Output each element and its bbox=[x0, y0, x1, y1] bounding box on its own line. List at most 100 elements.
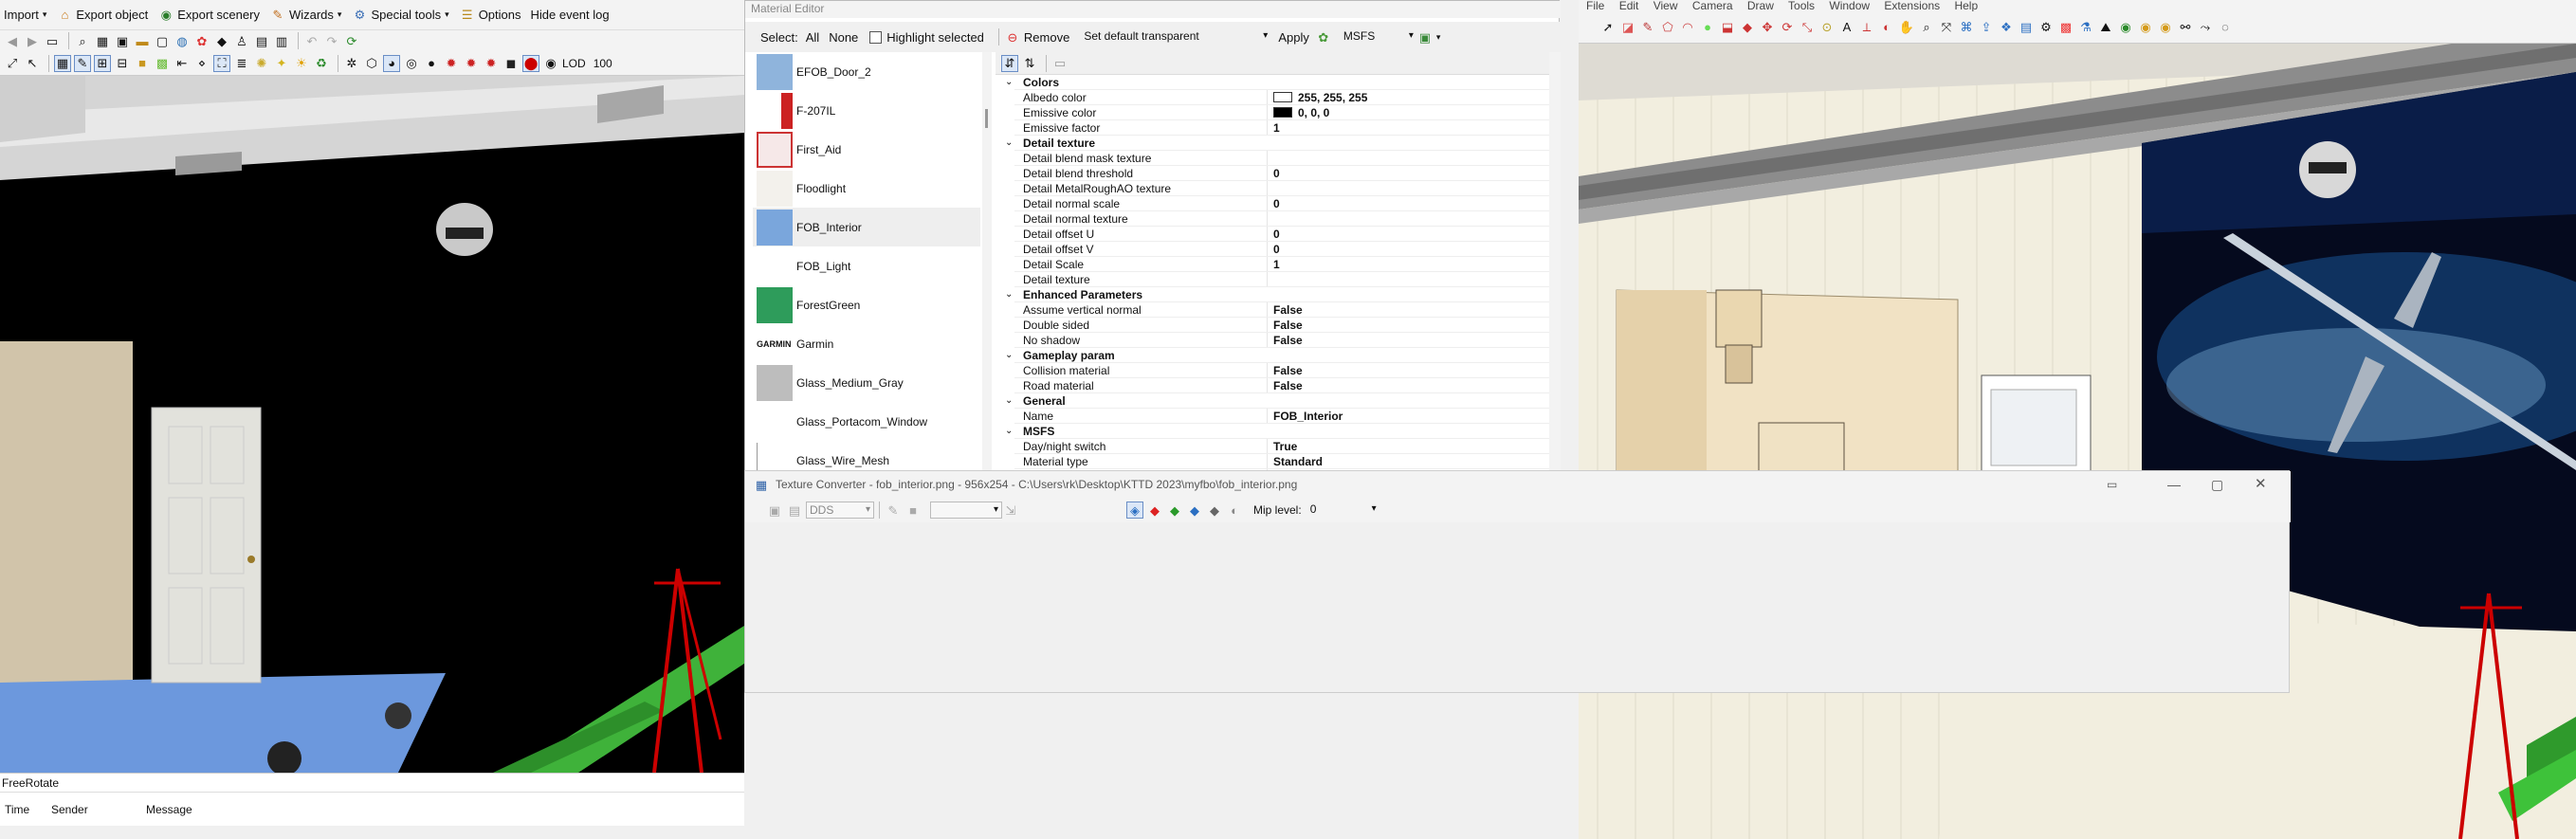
palette-icon[interactable]: ✿ bbox=[193, 32, 210, 49]
highlight-checkbox[interactable] bbox=[869, 30, 883, 44]
link-icon[interactable]: ⇤ bbox=[174, 55, 191, 72]
tag-icon[interactable]: ◆ bbox=[213, 32, 230, 49]
bottle-icon[interactable]: ⚗ bbox=[2077, 19, 2094, 36]
cube-icon[interactable]: ◼ bbox=[502, 55, 520, 72]
collapse-chevron-icon[interactable]: ⌄ bbox=[1005, 75, 1013, 90]
resize-icon[interactable]: ⇲ bbox=[1002, 502, 1019, 519]
hide-event-log-button[interactable]: Hide event log bbox=[531, 8, 610, 22]
collapse-chevron-icon[interactable]: ⌄ bbox=[1005, 136, 1013, 151]
property-value[interactable]: False bbox=[1273, 363, 1303, 378]
apply-icon[interactable]: ✿ bbox=[1315, 28, 1332, 46]
circle-c-icon[interactable]: ◉ bbox=[2157, 19, 2174, 36]
mip-level-dropdown[interactable]: 0 bbox=[1307, 502, 1379, 519]
special-tools-menu[interactable]: ⚙ Special tools ▾ bbox=[351, 7, 449, 24]
text-icon[interactable]: A bbox=[1838, 19, 1855, 36]
property-value[interactable]: 1 bbox=[1273, 257, 1280, 272]
import-menu[interactable]: Import ▾ bbox=[4, 8, 46, 22]
list-scrollbar[interactable] bbox=[982, 52, 992, 472]
property-value[interactable]: False bbox=[1273, 302, 1303, 318]
zoom-extents-icon[interactable]: ⤧ bbox=[1938, 19, 1955, 36]
settings-icon[interactable]: ✲ bbox=[343, 55, 360, 72]
record-icon[interactable]: ⬤ bbox=[522, 54, 539, 72]
circle-a-icon[interactable]: ◉ bbox=[2117, 19, 2134, 36]
collapse-chevron-icon[interactable]: ⌄ bbox=[1005, 348, 1013, 363]
zoom-icon[interactable]: ⌕ bbox=[74, 32, 91, 49]
list-item[interactable]: FOB_Light bbox=[753, 246, 980, 285]
property-row[interactable]: Name FOB_Interior bbox=[996, 409, 1561, 424]
property-row[interactable]: No shadow False bbox=[996, 333, 1561, 348]
folder-icon[interactable]: ▬ bbox=[134, 32, 151, 49]
property-value[interactable]: Standard bbox=[1273, 454, 1323, 469]
transform-icon[interactable]: ⊞ bbox=[94, 54, 111, 72]
property-row[interactable]: Detail normal texture bbox=[996, 211, 1561, 227]
red-ball-3-icon[interactable]: ✹ bbox=[483, 55, 500, 72]
export-object-button[interactable]: ⌂ Export object bbox=[56, 7, 148, 24]
close-button[interactable]: ✕ bbox=[2255, 471, 2267, 498]
property-row[interactable]: Detail blend mask texture bbox=[996, 151, 1561, 166]
orbit-icon[interactable]: ◐ bbox=[1878, 19, 1895, 36]
property-category[interactable]: ⌄ Enhanced Parameters bbox=[996, 287, 1561, 302]
property-value[interactable]: False bbox=[1273, 333, 1303, 348]
mesh-icon[interactable]: ⬡ bbox=[363, 55, 380, 72]
grid-icon[interactable]: ▦ bbox=[94, 32, 111, 49]
paint-icon[interactable]: ● bbox=[1699, 19, 1716, 36]
list-item[interactable]: Floodlight bbox=[753, 169, 980, 208]
property-category[interactable]: ⌄ Colors bbox=[996, 75, 1561, 90]
wireframe-icon[interactable]: ⊟ bbox=[114, 55, 131, 72]
msfs-dropdown[interactable]: MSFS bbox=[1341, 28, 1416, 46]
lod-value[interactable]: 100 bbox=[594, 57, 612, 70]
property-row[interactable]: Day/night switch True bbox=[996, 439, 1561, 454]
scale-icon[interactable]: ⤡ bbox=[1799, 19, 1816, 36]
property-category[interactable]: ⌄ Gameplay param bbox=[996, 348, 1561, 363]
color-swatch[interactable] bbox=[1273, 92, 1292, 102]
back-arrow-icon[interactable]: ◀ bbox=[4, 32, 21, 49]
red-ball-2-icon[interactable]: ✹ bbox=[463, 55, 480, 72]
zoom-icon[interactable]: ⌕ bbox=[1918, 19, 1935, 36]
blue-channel-icon[interactable]: ◆ bbox=[1186, 502, 1203, 519]
property-row[interactable]: Double sided False bbox=[996, 318, 1561, 333]
box-icon[interactable]: ▢ bbox=[154, 32, 171, 49]
ball-icon[interactable]: ● bbox=[423, 55, 440, 72]
list-item[interactable]: GARMIN Garmin bbox=[753, 324, 980, 363]
layout-icon[interactable]: ▤ bbox=[2018, 19, 2035, 36]
minimize-button[interactable]: — bbox=[2167, 471, 2181, 498]
pushpull-icon[interactable]: ⬓ bbox=[1719, 19, 1736, 36]
chevron-down-icon[interactable]: ▾ bbox=[1436, 32, 1441, 43]
property-value[interactable]: False bbox=[1273, 378, 1303, 393]
list-item[interactable]: Glass_Wire_Mesh bbox=[753, 441, 980, 472]
texture-preview-area[interactable] bbox=[745, 522, 2289, 692]
property-category[interactable]: ⌄ Detail texture bbox=[996, 136, 1561, 151]
format-dropdown[interactable]: DDS bbox=[806, 502, 874, 519]
grid-toggle-icon[interactable]: ▦ bbox=[54, 54, 71, 72]
color-swatch[interactable] bbox=[1273, 107, 1292, 118]
open-icon[interactable]: ▣ bbox=[766, 502, 783, 519]
property-row[interactable]: Detail blend threshold 0 bbox=[996, 166, 1561, 181]
node-icon[interactable]: ⋄ bbox=[193, 55, 210, 72]
sort-az-icon[interactable]: ⇅ bbox=[1021, 55, 1038, 72]
property-value[interactable]: 0 bbox=[1273, 196, 1280, 211]
sphere-shade-icon[interactable]: ◕ bbox=[383, 54, 400, 72]
redo-icon[interactable]: ↷ bbox=[323, 32, 340, 49]
forward-arrow-icon[interactable]: ▶ bbox=[24, 32, 41, 49]
fill-icon[interactable]: ■ bbox=[904, 502, 922, 519]
image-icon[interactable]: ▣ bbox=[114, 32, 131, 49]
select-none-button[interactable]: None bbox=[829, 30, 858, 45]
warehouse-icon[interactable]: ⌘ bbox=[1958, 19, 1975, 36]
sphere-wire-icon[interactable]: ◎ bbox=[403, 55, 420, 72]
red-channel-icon[interactable]: ◆ bbox=[1146, 502, 1163, 519]
property-row[interactable]: Emissive factor 1 bbox=[996, 120, 1561, 136]
restore-layout-icon[interactable]: ▭ bbox=[2107, 471, 2117, 498]
follow-icon[interactable]: ◆ bbox=[1739, 19, 1756, 36]
texture-icon[interactable]: ▩ bbox=[154, 55, 171, 72]
sketchup-viewport[interactable] bbox=[1579, 25, 2576, 839]
rotate-icon[interactable]: ⟳ bbox=[1779, 19, 1796, 36]
wizards-menu[interactable]: ✎ Wizards ▾ bbox=[269, 7, 342, 24]
3d-viewport[interactable] bbox=[0, 76, 744, 773]
spiral-icon[interactable]: ◌ bbox=[2217, 19, 2234, 36]
default-transparent-dropdown[interactable]: Set default transparent bbox=[1081, 28, 1270, 46]
property-value[interactable]: FOB_Interior bbox=[1273, 409, 1343, 424]
property-row[interactable]: Collision material False bbox=[996, 363, 1561, 378]
refresh-icon[interactable]: ⟳ bbox=[343, 32, 360, 49]
list-item[interactable]: ForestGreen bbox=[753, 285, 980, 324]
pencil-icon[interactable]: ✎ bbox=[1639, 19, 1656, 36]
